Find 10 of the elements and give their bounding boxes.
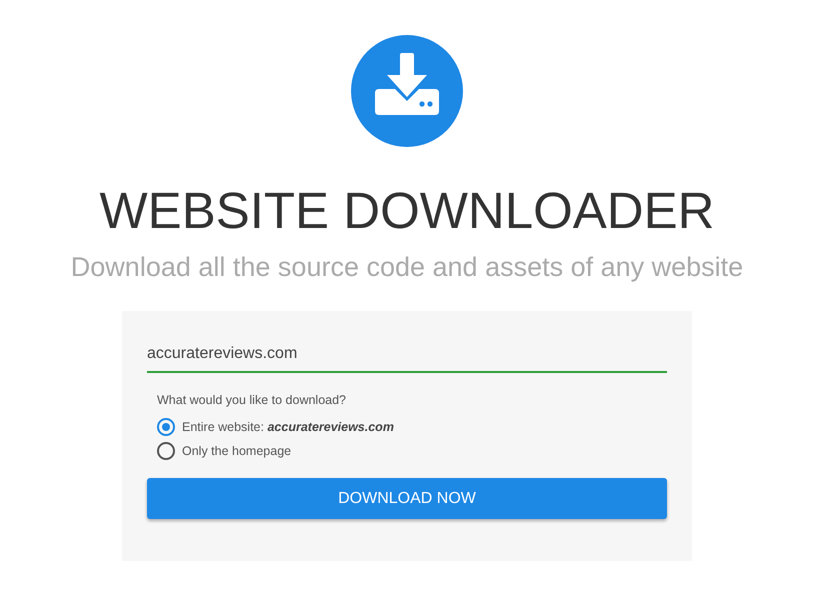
radio-button[interactable] xyxy=(157,442,175,460)
download-button[interactable]: DOWNLOAD NOW xyxy=(147,478,667,519)
url-field[interactable]: accuratereviews.com xyxy=(147,335,667,373)
page-subtitle: Download all the source code and assets of any website xyxy=(70,251,744,283)
option-label: Only the homepage xyxy=(182,444,292,458)
page-title: WEBSITE DOWNLOADER xyxy=(100,181,714,241)
radio-button[interactable] xyxy=(157,418,175,436)
download-question: What would you like to download? xyxy=(157,392,348,408)
option-label: Entire website: accuratereviews.com xyxy=(182,420,394,434)
download-logo-icon xyxy=(351,35,463,147)
